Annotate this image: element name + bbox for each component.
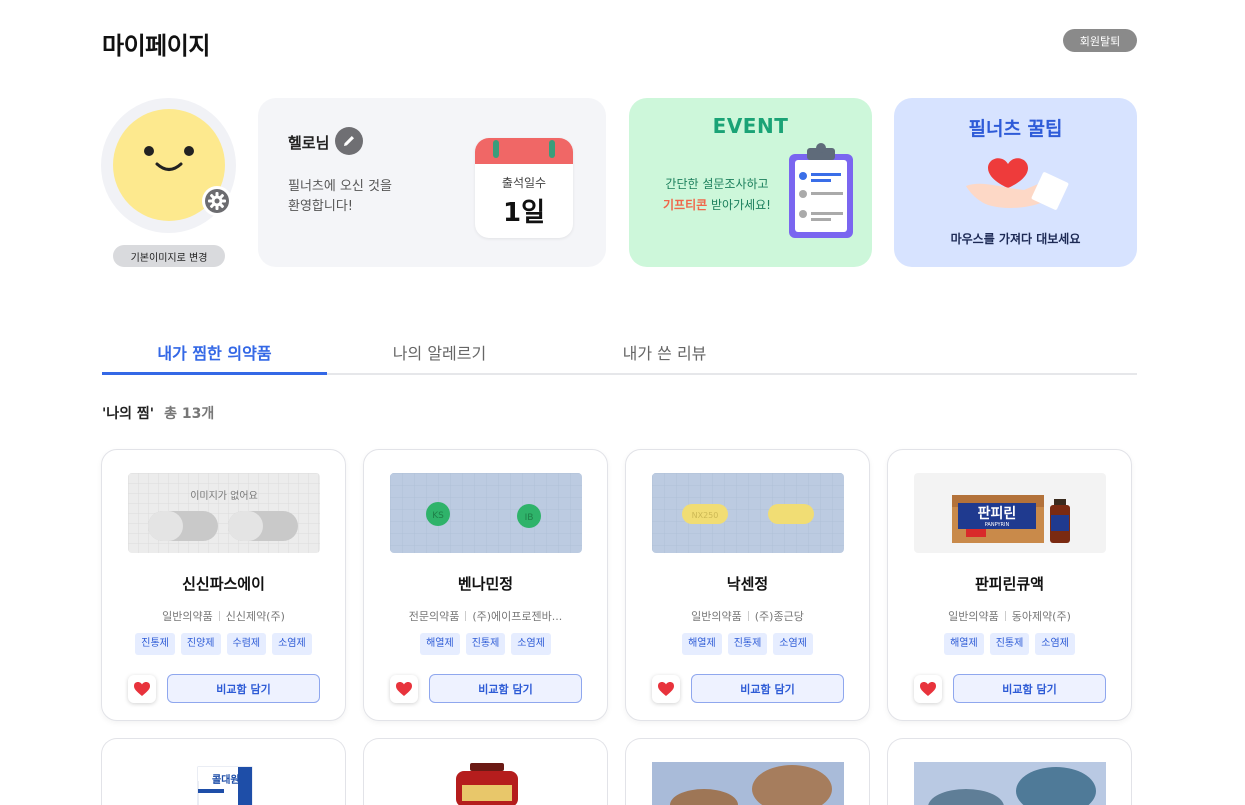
- tab-my-reviews[interactable]: 내가 쓴 리뷰: [552, 340, 777, 364]
- heart-icon: [658, 682, 674, 696]
- user-name: 헬로님: [288, 134, 330, 152]
- product-brand-text: 판피린: [978, 505, 1017, 522]
- medicine-meta: 일반의약품 동아제약(주): [948, 610, 1071, 623]
- tips-hint: 마우스를 가져다 대보세요: [950, 232, 1081, 246]
- medicine-meta: 일반의약품 (주)종근당: [691, 610, 804, 623]
- pill-image: NX250: [652, 473, 844, 553]
- no-image-placeholder: 이미지가 없어요: [128, 473, 320, 553]
- effect-tags: 진통제 진양제 수렴제 소염제: [102, 633, 345, 655]
- effect-tag: 진통제: [989, 633, 1030, 655]
- product-image: 콜대원: [197, 766, 253, 805]
- effect-tag: 진통제: [135, 633, 175, 655]
- pill-imprint: KS: [432, 511, 444, 521]
- attendance-value: 1일: [502, 198, 545, 228]
- product-image: [456, 763, 518, 805]
- mypage-tabs: 내가 찜한 의약품 나의 알레르기 내가 쓴 리뷰: [102, 330, 1137, 375]
- attendance-label: 출석일수: [501, 176, 547, 190]
- favorite-toggle[interactable]: [390, 675, 418, 703]
- tab-my-allergies[interactable]: 나의 알레르기: [327, 340, 552, 364]
- effect-tag: 소염제: [773, 633, 813, 655]
- effect-tag: 진통제: [465, 633, 506, 655]
- favorite-toggle[interactable]: [914, 675, 942, 703]
- medicine-card[interactable]: 콜대원: [101, 738, 346, 805]
- page-title: 마이페이지: [102, 32, 210, 60]
- tips-card[interactable]: 필너츠 꿀팁 마우스를 가져다 대보세요: [894, 98, 1137, 267]
- effect-tag: 소염제: [272, 633, 312, 655]
- heart-icon: [134, 682, 150, 696]
- product-brand-text: 콜대원: [212, 773, 240, 786]
- medicine-card[interactable]: [625, 738, 870, 805]
- favorite-toggle[interactable]: [652, 675, 680, 703]
- effect-tags: 해열제 진통제 소염제: [626, 633, 869, 655]
- product-brand-en: PANPYRIN: [985, 522, 1010, 528]
- event-description: 간단한 설문조사하고 기프티콘 받아가세요!: [663, 177, 771, 212]
- pill-image: [914, 762, 1106, 805]
- welcome-message: 필너츠에 오신 것을 환영합니다!: [288, 179, 392, 214]
- medicine-meta: 일반의약품 신신제약(주): [162, 610, 285, 623]
- medicine-card[interactable]: NX250 낙센정 일반의약품 (주)종근당 해열제 진통제 소염제 비교함 담기: [625, 449, 870, 721]
- edit-name-button[interactable]: [335, 127, 363, 155]
- heart-icon: [396, 682, 412, 696]
- favorite-toggle[interactable]: [128, 675, 156, 703]
- effect-tag: 소염제: [1035, 633, 1075, 655]
- effect-tags: 해열제 진통제 소염제: [888, 633, 1131, 655]
- no-image-text: 이미지가 없어요: [190, 491, 258, 502]
- reset-image-button[interactable]: 기본이미지로 변경: [113, 245, 225, 267]
- medicine-name: 신신파스에이: [182, 575, 265, 593]
- medicine-meta: 전문의약품 (주)에이프로젠바...: [408, 610, 563, 623]
- effect-tag: 진양제: [180, 633, 221, 655]
- withdraw-button[interactable]: 회원탈퇴: [1063, 29, 1137, 52]
- medicine-card[interactable]: [887, 738, 1132, 805]
- pencil-icon: [344, 136, 354, 146]
- attendance-calendar: 출석일수 1일: [475, 138, 573, 238]
- add-to-compare-button[interactable]: 비교함 담기: [167, 674, 320, 703]
- effect-tag: 해열제: [944, 633, 984, 655]
- medicine-card[interactable]: [363, 738, 608, 805]
- pill-imprint: NX250: [692, 511, 719, 520]
- pill-imprint: IB: [525, 513, 534, 523]
- active-tab-indicator: [102, 372, 327, 375]
- gear-icon[interactable]: [202, 186, 232, 216]
- add-to-compare-button[interactable]: 비교함 담기: [953, 674, 1106, 703]
- medicine-card[interactable]: KS IB 벤나민정 전문의약품 (주)에이프로젠바... 해열제 진통제 소염제…: [363, 449, 608, 721]
- medicine-name: 낙센정: [726, 575, 769, 593]
- tips-title: 필너츠 꿀팁: [968, 118, 1063, 140]
- product-image: 판피린 PANPYRIN: [914, 473, 1106, 553]
- pill-image: [652, 762, 844, 805]
- favorites-header: '나의 찜' 총 13개: [102, 406, 215, 422]
- add-to-compare-button[interactable]: 비교함 담기: [691, 674, 844, 703]
- clipboard-icon: [787, 142, 855, 244]
- effect-tag: 해열제: [420, 633, 460, 655]
- pill-image: KS IB: [390, 473, 582, 553]
- greeting-card: 헬로님 필너츠에 오신 것을 환영합니다! 출석일수 1일: [258, 98, 606, 267]
- effect-tag: 해열제: [682, 633, 722, 655]
- tab-favorite-medicines[interactable]: 내가 찜한 의약품: [102, 340, 327, 364]
- medicine-name: 판피린큐액: [974, 575, 1044, 593]
- add-to-compare-button[interactable]: 비교함 담기: [429, 674, 582, 703]
- medicine-card[interactable]: 이미지가 없어요 신신파스에이 일반의약품 신신제약(주) 진통제 진양제 수렴제…: [101, 449, 346, 721]
- heart-icon: [920, 682, 936, 696]
- effect-tag: 수렴제: [226, 633, 267, 655]
- event-title: EVENT: [712, 114, 789, 138]
- event-card[interactable]: EVENT 간단한 설문조사하고 기프티콘 받아가세요!: [629, 98, 872, 267]
- medicine-card[interactable]: 판피린 PANPYRIN 판피린큐액 일반의약품 동아제약(주) 해열제 진통제 …: [887, 449, 1132, 721]
- avatar: [101, 98, 236, 233]
- effect-tags: 해열제 진통제 소염제: [364, 633, 607, 655]
- effect-tag: 진통제: [727, 633, 768, 655]
- medicine-name: 벤나민정: [457, 575, 514, 593]
- effect-tag: 소염제: [511, 633, 551, 655]
- favorites-count: 총 13개: [164, 406, 215, 422]
- heart-hand-icon: [962, 148, 1070, 222]
